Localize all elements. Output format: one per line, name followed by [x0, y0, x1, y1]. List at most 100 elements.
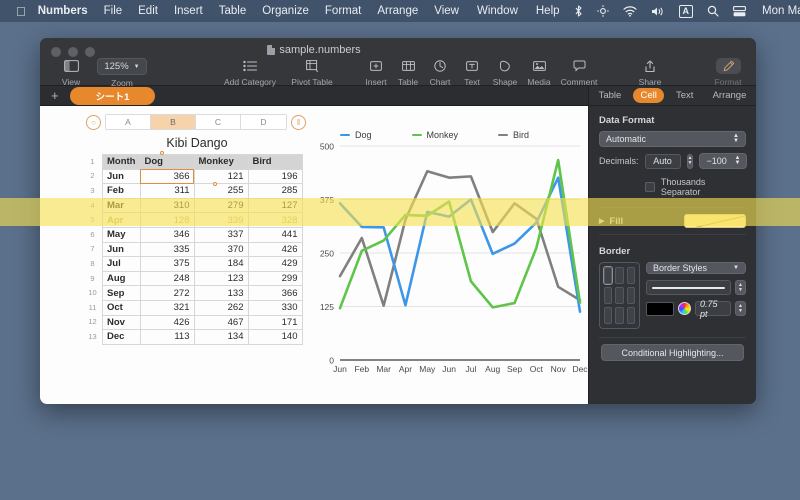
input-source-icon[interactable]: A: [678, 4, 694, 18]
row-number[interactable]: 12: [86, 315, 99, 330]
toolbar-chart-button[interactable]: Chart: [424, 58, 456, 87]
selection-nub-top[interactable]: [160, 151, 164, 155]
apple-icon[interactable]: : [16, 5, 26, 18]
row-number[interactable]: 6: [86, 227, 99, 242]
menu-item-organize[interactable]: Organize: [262, 5, 309, 17]
cell-month[interactable]: May: [102, 226, 141, 243]
toolbar-organize-button[interactable]: Organize: [750, 58, 757, 87]
toolbar-comment-button[interactable]: Comment: [556, 58, 602, 87]
column-header-c[interactable]: C: [196, 115, 241, 129]
cell-bird[interactable]: 196: [247, 168, 303, 185]
menu-item-help[interactable]: Help: [536, 5, 560, 17]
column-header-d[interactable]: D: [241, 115, 286, 129]
table-row[interactable]: Jun 366 121 196: [102, 168, 303, 185]
cell-dog[interactable]: 366: [139, 168, 195, 185]
table-row[interactable]: Apr 128 339 328: [102, 212, 303, 228]
border-preset-grid[interactable]: [599, 262, 640, 329]
menu-item-edit[interactable]: Edit: [138, 5, 158, 17]
column-header-b[interactable]: B: [151, 115, 196, 129]
menu-item-table[interactable]: Table: [219, 5, 247, 17]
table-select-handle[interactable]: ○: [86, 114, 101, 130]
row-number[interactable]: 3: [86, 183, 99, 198]
border-preset-left[interactable]: [604, 307, 613, 324]
border-preset-top[interactable]: [604, 287, 613, 304]
border-width-input[interactable]: 0.75 pt: [695, 299, 731, 319]
cell-dog[interactable]: 113: [139, 329, 195, 345]
tab-text[interactable]: Text: [669, 88, 700, 103]
cell-dog[interactable]: 310: [139, 197, 195, 214]
table-row[interactable]: Jun 335 370 426: [102, 241, 303, 258]
toolbar-share-button[interactable]: Share: [632, 58, 668, 87]
cell-monkey[interactable]: 337: [193, 226, 249, 243]
line-chart[interactable]: 0 125 250 375 500 Jun Feb Mar Apr May Jun Jul Aug Sep…: [306, 106, 588, 396]
cell-bird[interactable]: 285: [247, 183, 303, 199]
cell-monkey[interactable]: 134: [193, 329, 249, 345]
cell-month[interactable]: Jun: [102, 241, 141, 258]
header-bird[interactable]: Bird: [247, 154, 303, 170]
bluetooth-icon[interactable]: [574, 5, 583, 17]
cell-bird[interactable]: 171: [247, 314, 303, 331]
border-styles-select[interactable]: Border Styles ▼: [646, 262, 746, 274]
toolbar-view-button[interactable]: View: [48, 58, 94, 87]
cell-monkey[interactable]: 262: [193, 299, 249, 316]
menubar-clock[interactable]: Mon Mar 6 1:58: [762, 5, 800, 17]
border-line-preview[interactable]: [646, 280, 731, 295]
decimals-input[interactable]: Auto: [644, 153, 681, 169]
zoom-popup[interactable]: 125% ▼: [97, 58, 147, 75]
border-width-stepper[interactable]: ▲ ▼: [735, 301, 746, 316]
cell-month[interactable]: Jul: [102, 256, 141, 272]
toolbar-table-button[interactable]: Table: [392, 58, 424, 87]
cell-monkey[interactable]: 184: [193, 256, 249, 272]
cell-month[interactable]: Sep: [102, 285, 141, 301]
cell-dog[interactable]: 311: [139, 183, 195, 199]
menu-item-numbers[interactable]: Numbers: [38, 5, 88, 17]
add-sheet-button[interactable]: +: [48, 89, 62, 102]
cell-monkey[interactable]: 123: [193, 270, 249, 287]
cell-dog[interactable]: 128: [139, 212, 195, 228]
row-number[interactable]: 7: [86, 242, 99, 257]
cell-monkey[interactable]: 279: [193, 197, 249, 214]
cell-bird[interactable]: 429: [247, 256, 303, 272]
row-number[interactable]: 1: [86, 154, 99, 169]
cell-month[interactable]: Jun: [102, 168, 141, 185]
row-number[interactable]: 10: [86, 285, 99, 300]
header-dog[interactable]: Dog: [139, 154, 195, 170]
table-row[interactable]: Sep 272 133 366: [102, 285, 303, 301]
thousands-separator-row[interactable]: Thousands Separator: [589, 175, 756, 205]
cell-month[interactable]: Feb: [102, 183, 141, 199]
cell-dog[interactable]: 272: [139, 285, 195, 301]
cell-dog[interactable]: 426: [139, 314, 195, 331]
menu-item-view[interactable]: View: [434, 5, 459, 17]
fill-color-swatch[interactable]: [684, 214, 746, 228]
table-row[interactable]: Dec 113 134 140: [102, 329, 303, 345]
toolbar-zoom-control[interactable]: 125% ▼ Zoom: [94, 58, 150, 88]
column-header-a[interactable]: A: [106, 115, 151, 129]
border-preset-center[interactable]: [615, 307, 624, 324]
cell-bird[interactable]: 426: [247, 241, 303, 258]
color-wheel-icon[interactable]: [678, 302, 691, 315]
toolbar-pivot-table-button[interactable]: Pivot Table: [284, 58, 340, 87]
border-line-stepper[interactable]: ▲ ▼: [735, 280, 746, 295]
conditional-highlighting-button[interactable]: Conditional Highlighting...: [601, 344, 744, 361]
cell-dog[interactable]: 335: [139, 241, 195, 258]
row-number[interactable]: 8: [86, 256, 99, 271]
wifi-icon[interactable]: [622, 5, 637, 17]
menu-item-insert[interactable]: Insert: [174, 5, 203, 17]
toolbar-format-button[interactable]: Format: [706, 58, 750, 87]
column-resize-handle[interactable]: ‖: [291, 114, 306, 130]
border-preset-bottom[interactable]: [626, 287, 635, 304]
toolbar-text-button[interactable]: Text: [456, 58, 488, 87]
tab-table[interactable]: Table: [592, 88, 629, 103]
data-table[interactable]: Month Dog Monkey Bird Jun 366 121 196 Fe…: [102, 154, 303, 345]
row-number[interactable]: 4: [86, 198, 99, 213]
cell-dog[interactable]: 248: [139, 270, 195, 287]
decimals-stepper[interactable]: ▲ ▼: [686, 153, 694, 169]
row-number[interactable]: 2: [86, 169, 99, 184]
cell-monkey[interactable]: 370: [193, 241, 249, 258]
cell-month[interactable]: Oct: [102, 299, 141, 316]
border-preset-none[interactable]: [626, 307, 635, 324]
header-monkey[interactable]: Monkey: [193, 154, 249, 170]
sheet-tab-1[interactable]: シート1: [69, 86, 156, 105]
cell-month[interactable]: Aug: [102, 270, 141, 287]
cell-bird[interactable]: 127: [247, 197, 303, 214]
